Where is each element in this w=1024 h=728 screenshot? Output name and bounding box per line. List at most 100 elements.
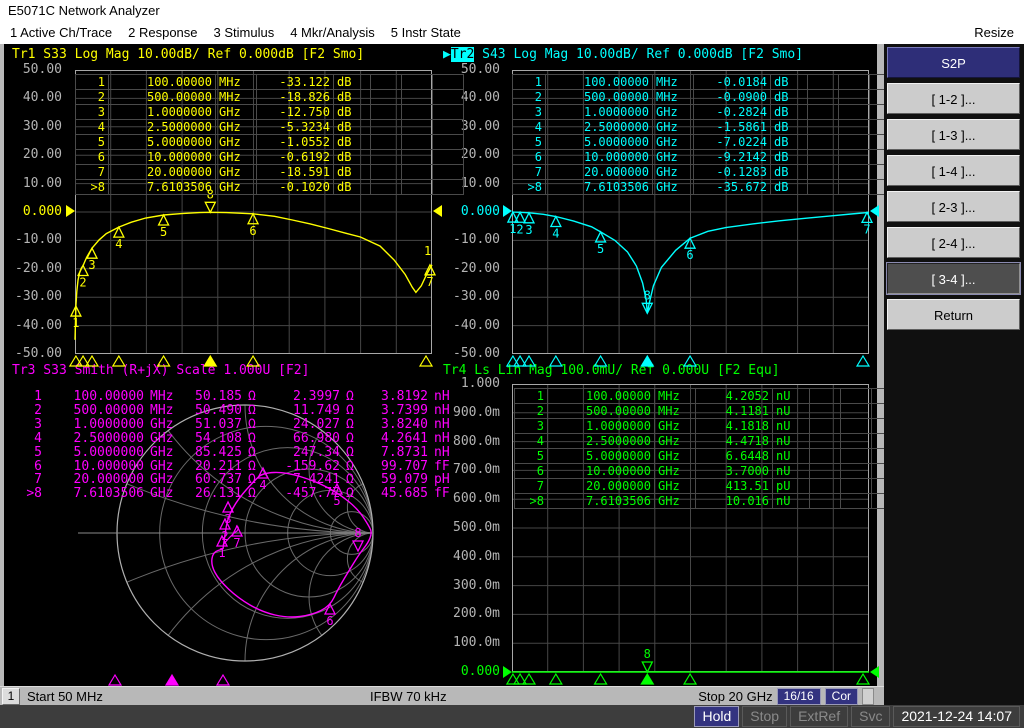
marker-triangle-icon	[204, 201, 217, 214]
axis-tick-label: 500.0m	[453, 520, 500, 535]
instrument-screen: E5071C Network Analyzer 1 Active Ch/Trac…	[0, 0, 1024, 728]
stimulus-marker-icon	[855, 354, 871, 367]
axis-tick-label: 600.0m	[453, 491, 500, 507]
marker-table-row: 2 500.00000 MHz -18.826 dB	[75, 89, 464, 105]
softkey-2-4[interactable]: [ 2-4 ]...	[887, 227, 1020, 258]
stimulus-marker-icon	[548, 672, 563, 685]
marker-table-row: 7 20.000000 GHz -0.1283 dB	[512, 164, 901, 180]
softkey-2-3[interactable]: [ 2-3 ]...	[887, 191, 1020, 222]
marker-number-label: 6	[686, 248, 693, 262]
sweep-start: Start 50 MHz	[27, 688, 103, 704]
marker-number-label: 8	[644, 647, 651, 661]
axis-tick-label: -50.00	[453, 346, 500, 361]
menu-active-ch-trace[interactable]: 1 Active Ch/Trace	[6, 21, 124, 44]
marker-table-row: 7 20.000000 GHz -18.591 dB	[75, 164, 464, 180]
menu-response[interactable]: 2 Response	[124, 21, 209, 44]
marker-table-row: 5 5.0000000 GHz 6.6448 nU	[514, 448, 903, 464]
marker-table-row: 6 10.000000 GHz 3.7000 nU	[514, 463, 903, 479]
axis-tick-label: 30.00	[22, 118, 62, 134]
marker-number-label: 5	[597, 242, 604, 256]
marker-table-row: 4 2.5000000 GHz -1.5861 dB	[512, 119, 901, 135]
stimulus-marker-icon	[156, 354, 171, 367]
marker-table-row: 1 100.00000 MHz -0.0184 dB	[512, 74, 901, 90]
marker-number-label: 2	[221, 529, 228, 543]
trace2-format: S43 Log Mag 10.00dB/ Ref 0.000dB [F2 Smo…	[474, 47, 804, 62]
smith-marker-row: 7 20.000000 GHz 60.737 Ω 7.4241 Ω 59.079 pH	[34, 472, 450, 488]
marker-number-label: 6	[249, 224, 256, 238]
extref-indicator[interactable]: ExtRef	[790, 706, 849, 727]
axis-tick-label: -50.00	[15, 346, 62, 361]
axis-tick-label: 1.000	[460, 376, 500, 391]
marker-table-row: 3 1.0000000 GHz -12.750 dB	[75, 104, 464, 120]
stimulus-marker-icon	[548, 354, 563, 367]
marker-table-row: 6 10.000000 GHz -0.6192 dB	[75, 149, 464, 165]
stimulus-marker-icon	[593, 354, 608, 367]
marker-number-label: 3	[88, 258, 95, 272]
marker-number-label: 7	[233, 536, 240, 550]
axis-tick-label: -20.00	[15, 260, 62, 276]
marker-number-label: 3	[224, 512, 231, 526]
smith-marker-row: 2 500.00000 MHz 50.490 Ω 11.749 Ω 3.7399 nH	[34, 402, 450, 418]
trace4-ref-pointer-right-icon	[870, 666, 879, 678]
datetime-readout: 2021-12-24 14:07	[893, 706, 1020, 727]
stop-indicator[interactable]: Stop	[742, 706, 788, 727]
menu-stimulus[interactable]: 3 Stimulus	[210, 21, 287, 44]
marker-table-row: 6 10.000000 GHz -9.2142 dB	[512, 149, 901, 165]
marker-number-label: 6	[326, 614, 333, 628]
marker-table-row: 1 100.00000 MHz 4.2052 nU	[514, 388, 903, 404]
hold-indicator[interactable]: Hold	[694, 706, 740, 727]
marker-number-label: 4	[552, 227, 559, 241]
axis-tick-label: -40.00	[15, 317, 62, 333]
trace1-header[interactable]: Tr1 S33 Log Mag 10.00dB/ Ref 0.000dB [F2…	[12, 47, 364, 62]
softkey-1-2[interactable]: [ 1-2 ]...	[887, 83, 1020, 114]
trace1-name: Tr1	[12, 47, 36, 62]
axis-tick-label: -30.00	[15, 289, 62, 305]
smith-marker-row: 3 1.0000000 GHz 51.037 Ω 24.027 Ω 3.8240 nH	[34, 416, 450, 432]
marker-number-label: 7	[863, 222, 870, 236]
menu-instr-state[interactable]: 5 Instr State	[387, 21, 473, 44]
sweep-stop: Stop 20 GHz	[698, 688, 773, 704]
marker-number-label: 5	[160, 225, 167, 239]
axis-tick-label: 0.000	[460, 204, 500, 219]
axis-tick-label: 700.0m	[453, 462, 500, 478]
status-spacer	[862, 687, 874, 705]
marker-table-row: 5 5.0000000 GHz -1.0552 dB	[75, 134, 464, 150]
instrument-status-bar: Hold Stop ExtRef Svc 2021-12-24 14:07	[0, 705, 1024, 728]
marker-number-label: 3	[525, 223, 532, 237]
marker-number-label: 8	[354, 526, 361, 540]
softkey-return[interactable]: Return	[887, 299, 1020, 330]
trace2-marker-table: 1 100.00000 MHz -0.0184 dB 2 500.00000 MHz -0.09…	[512, 74, 901, 195]
axis-tick-label: -40.00	[453, 317, 500, 333]
smith-marker-row: 4 2.5000000 GHz 54.108 Ω 66.980 Ω 4.2641 nH	[34, 430, 450, 446]
marker-number-label: 1	[509, 222, 516, 236]
trace3-name: Tr3	[12, 363, 36, 378]
axis-tick-label: 50.00	[460, 62, 500, 77]
softkey-3-4[interactable]: [ 3-4 ]...	[887, 263, 1020, 294]
trace2-header[interactable]: ▶Tr2 S43 Log Mag 10.00dB/ Ref 0.000dB [F…	[443, 47, 803, 62]
marker-triangle-icon	[522, 211, 536, 224]
menu-resize[interactable]: Resize	[970, 21, 1018, 44]
stimulus-marker-icon	[855, 672, 871, 685]
stimulus-marker-icon	[215, 673, 231, 686]
axis-tick-label: 20.00	[460, 147, 500, 163]
marker-number-label: 1	[218, 546, 225, 560]
correction-badge: Cor	[824, 687, 858, 705]
marker-number-label: 8	[644, 288, 651, 302]
marker-number-label: 2	[516, 222, 523, 236]
smith-marker-row: >8 7.6103506 GHz 26.131 Ω -457.77 Ω 45.685 fF	[26, 486, 450, 502]
menu-mkr-analysis[interactable]: 4 Mkr/Analysis	[286, 21, 387, 44]
smith-marker-row: 1 100.00000 MHz 50.185 Ω 2.3997 Ω 3.8192 nH	[34, 389, 450, 404]
axis-tick-label: 0.000	[460, 664, 500, 679]
marker-table-row: 4 2.5000000 GHz -5.3234 dB	[75, 119, 464, 135]
svc-indicator[interactable]: Svc	[851, 706, 891, 727]
axis-tick-label: 10.00	[22, 175, 62, 191]
softkey-menu-title: S2P	[887, 47, 1020, 78]
marker-table-row: 7 20.000000 GHz 413.51 pU	[514, 478, 903, 494]
marker-table-row: >8 7.6103506 GHz 10.016 nU	[514, 493, 903, 509]
softkey-1-3[interactable]: [ 1-3 ]...	[887, 119, 1020, 150]
trace1-ref-pointer-left-icon	[66, 205, 75, 217]
marker-number-label: 1	[72, 316, 79, 330]
softkey-sidebar: S2P [ 1-2 ]... [ 1-3 ]... [ 1-4 ]... [ 2…	[884, 44, 1024, 705]
marker-table-row: 3 1.0000000 GHz 4.1818 nU	[514, 418, 903, 434]
softkey-1-4[interactable]: [ 1-4 ]...	[887, 155, 1020, 186]
